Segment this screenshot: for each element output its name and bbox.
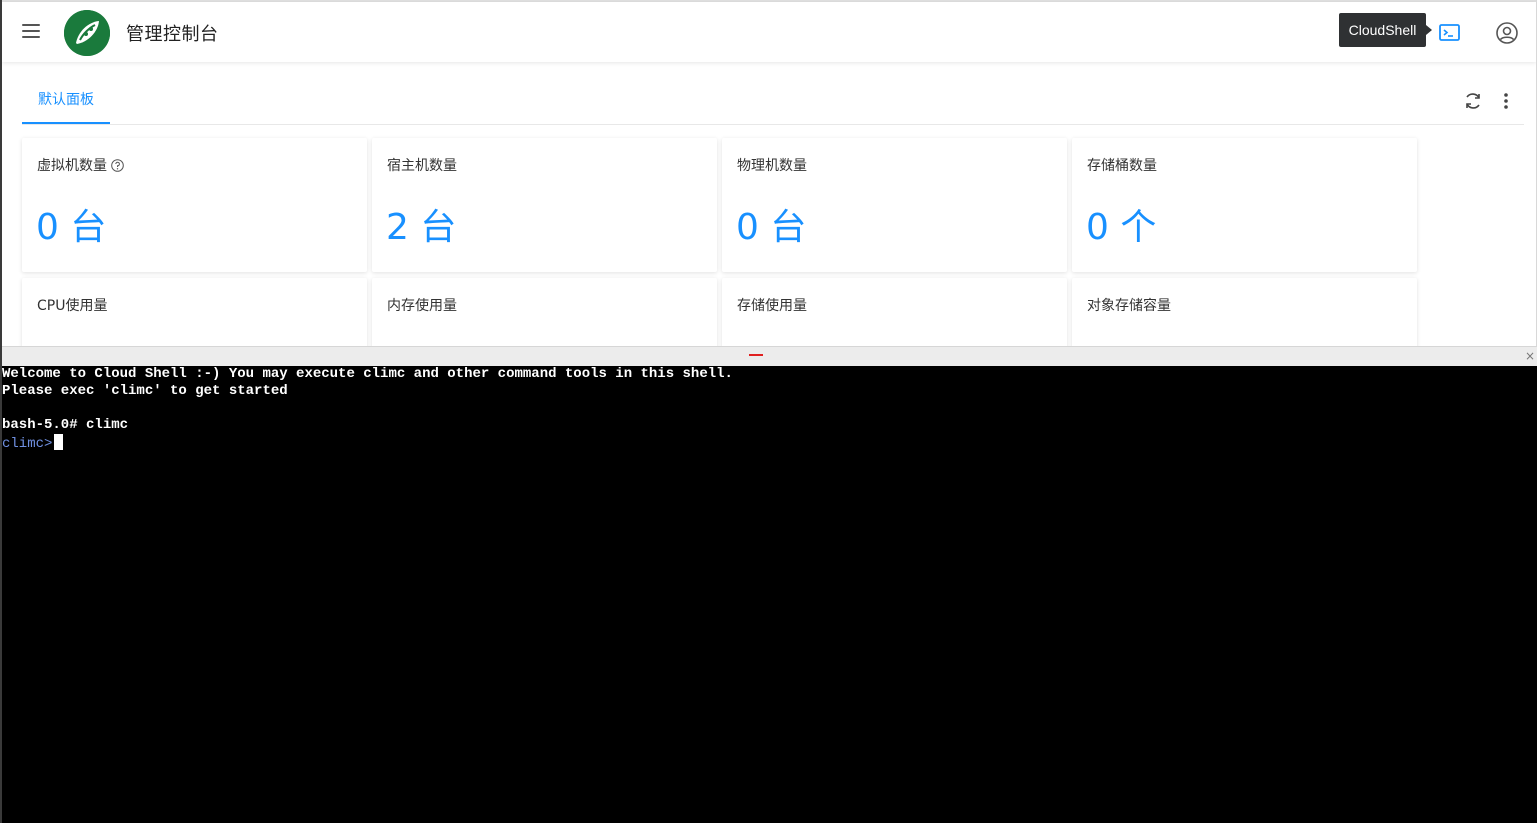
card-physical-count[interactable]: 物理机数量 0 台 <box>722 138 1067 272</box>
help-circle-icon[interactable] <box>111 159 124 172</box>
card-title: CPU使用量 <box>37 298 108 314</box>
card-title: 虚拟机数量 <box>37 155 124 175</box>
terminal-line: Please exec 'climc' to get started <box>2 383 288 399</box>
card-title: 存储桶数量 <box>1087 158 1157 174</box>
card-bucket-count[interactable]: 存储桶数量 0 个 <box>1072 138 1417 272</box>
terminal-icon[interactable] <box>1438 22 1462 44</box>
card-title: 存储使用量 <box>737 298 807 314</box>
shell-splitter[interactable]: × <box>2 346 1537 367</box>
app-title: 管理控制台 <box>126 24 219 45</box>
left-border <box>0 0 2 823</box>
close-icon[interactable]: × <box>1523 349 1537 363</box>
user-circle-icon[interactable] <box>1495 21 1519 45</box>
card-title: 内存使用量 <box>387 298 457 314</box>
card-host-count[interactable]: 宿主机数量 2 台 <box>372 138 717 272</box>
terminal-prompt: climc> <box>2 436 53 452</box>
terminal-line: bash-5.0# climc <box>2 417 129 433</box>
card-title: 对象存储容量 <box>1087 298 1171 314</box>
menu-icon[interactable] <box>22 24 40 40</box>
terminal-line: Welcome to Cloud Shell :-) You may execu… <box>2 366 733 382</box>
card-title: 宿主机数量 <box>387 158 457 174</box>
card-value: 0 台 <box>36 207 107 248</box>
refresh-icon[interactable] <box>1462 90 1484 112</box>
tab-default-panel[interactable]: 默认面板 <box>22 80 110 124</box>
card-value: 0 个 <box>1086 207 1157 248</box>
cloud-shell-terminal[interactable]: Welcome to Cloud Shell :-) You may execu… <box>2 366 1537 823</box>
dashboard-tabs: 默认面板 <box>22 80 1524 125</box>
card-vm-count[interactable]: 虚拟机数量 0 台 <box>22 138 367 272</box>
card-value: 0 台 <box>736 207 807 248</box>
card-title: 物理机数量 <box>737 158 807 174</box>
resize-handle[interactable] <box>749 354 763 356</box>
app-root: 管理控制台 CloudShell 默认面板 虚拟机数量 0 台 宿主机数量 2 … <box>0 0 1537 823</box>
terminal-cursor <box>54 434 64 450</box>
terminal-prompt-line[interactable]: climc> <box>2 434 1537 452</box>
more-vertical-icon[interactable] <box>1498 90 1514 112</box>
card-value: 2 台 <box>386 207 457 248</box>
header-bar: 管理控制台 CloudShell <box>2 2 1536 62</box>
cloudshell-tooltip: CloudShell <box>1339 13 1432 47</box>
logo-icon <box>64 10 110 56</box>
